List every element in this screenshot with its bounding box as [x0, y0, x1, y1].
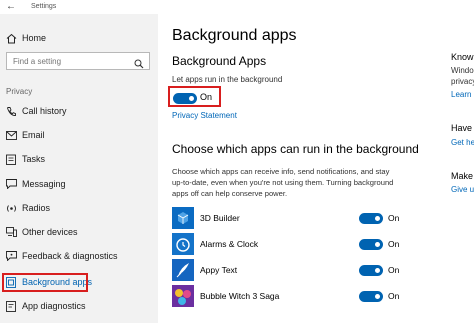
back-arrow-icon[interactable]: ← — [6, 1, 16, 13]
sidebar-item-label: Call history — [22, 106, 67, 116]
sidebar-item-messaging[interactable]: Messaging — [0, 174, 158, 194]
home-icon — [0, 33, 22, 44]
master-background-toggle[interactable] — [173, 93, 197, 104]
master-toggle-state: On — [200, 92, 213, 102]
sidebar-item-label: Radios — [22, 203, 51, 213]
alarms-clock-icon — [172, 233, 194, 255]
app-name: Appy Text — [200, 265, 238, 275]
sidebar-item-label: Email — [22, 130, 45, 140]
toggle-caption: Let apps run in the background — [172, 75, 283, 84]
right-heading-have-question: Have a — [451, 123, 474, 133]
call-history-icon — [0, 106, 22, 117]
bubble-witch-icon — [172, 285, 194, 307]
sidebar-item-call-history[interactable]: Call history — [0, 101, 158, 121]
app-name: Alarms & Clock — [200, 239, 259, 249]
sidebar-item-label: Messaging — [22, 179, 66, 189]
tasks-icon — [0, 154, 22, 165]
sidebar-item-label: Tasks — [22, 154, 46, 164]
app-row-appy-text: Appy Text On — [172, 259, 442, 285]
app-name: Bubble Witch 3 Saga — [200, 291, 280, 301]
right-text-windows: Windo — [451, 66, 474, 75]
app-diagnostics-icon — [0, 300, 22, 312]
app-toggle-state: On — [388, 239, 400, 249]
app-name: 3D Builder — [200, 213, 240, 223]
app-row-3d-builder: 3D Builder On — [172, 207, 442, 233]
sidebar-item-tasks[interactable]: Tasks — [0, 149, 158, 169]
privacy-statement-link[interactable]: Privacy Statement — [172, 111, 237, 120]
app-toggle-bubble-witch[interactable] — [359, 291, 383, 302]
sidebar-item-other-devices[interactable]: Other devices — [0, 222, 158, 242]
sidebar-item-home[interactable]: Home — [0, 28, 158, 48]
sidebar-item-feedback-diagnostics[interactable]: Feedback & diagnostics — [0, 246, 158, 266]
sidebar-item-email[interactable]: Email — [0, 125, 158, 145]
right-heading-make-windows: Make W — [451, 171, 474, 181]
app-row-bubble-witch: Bubble Witch 3 Saga On — [172, 285, 442, 311]
right-info-panel: Know y Windo privacy Learn m Have a Get … — [446, 14, 474, 323]
title-bar: ← Settings — [0, 0, 474, 14]
right-link-learn-more[interactable]: Learn m — [451, 90, 474, 99]
selection-highlight-box — [2, 273, 88, 292]
section-label-privacy: Privacy — [6, 87, 33, 96]
choose-apps-heading: Choose which apps can run in the backgro… — [172, 142, 419, 156]
other-devices-icon — [0, 227, 22, 237]
sidebar-item-label: Home — [22, 33, 47, 43]
app-toggle-alarms-clock[interactable] — [359, 239, 383, 250]
right-heading-know: Know y — [451, 52, 474, 62]
app-toggle-3d-builder[interactable] — [359, 213, 383, 224]
search-icon[interactable] — [134, 56, 144, 74]
sidebar-item-app-diagnostics[interactable]: App diagnostics — [0, 296, 158, 316]
window-title: Settings — [31, 3, 57, 10]
app-toggle-appy-text[interactable] — [359, 265, 383, 276]
feedback-icon — [0, 251, 22, 261]
email-icon — [0, 130, 22, 140]
sidebar-item-label: App diagnostics — [22, 301, 86, 311]
appy-text-icon — [172, 259, 194, 281]
search-input[interactable] — [13, 56, 133, 66]
sidebar: Home Privacy Call history Email Tasks Me… — [0, 14, 158, 323]
page-title: Background apps — [172, 27, 297, 44]
section-title-background-apps: Background Apps — [172, 54, 267, 68]
right-link-get-help[interactable]: Get he — [451, 138, 474, 147]
right-text-privacy: privacy — [451, 77, 474, 86]
sidebar-item-label: Feedback & diagnostics — [22, 251, 118, 261]
choose-apps-description: Choose which apps can receive info, send… — [172, 167, 394, 198]
search-box[interactable] — [6, 52, 150, 70]
app-toggle-state: On — [388, 291, 400, 301]
3d-builder-icon — [172, 207, 194, 229]
sidebar-item-radios[interactable]: Radios — [0, 198, 158, 218]
radios-icon — [0, 203, 22, 214]
master-toggle-highlight-box: On — [168, 86, 221, 107]
app-toggle-state: On — [388, 265, 400, 275]
main-content: Background apps Background Apps Let apps… — [158, 14, 446, 323]
app-row-alarms-clock: Alarms & Clock On — [172, 233, 442, 259]
app-toggle-state: On — [388, 213, 400, 223]
messaging-icon — [0, 179, 22, 189]
right-link-give-feedback[interactable]: Give us — [451, 185, 474, 194]
sidebar-item-label: Other devices — [22, 227, 78, 237]
